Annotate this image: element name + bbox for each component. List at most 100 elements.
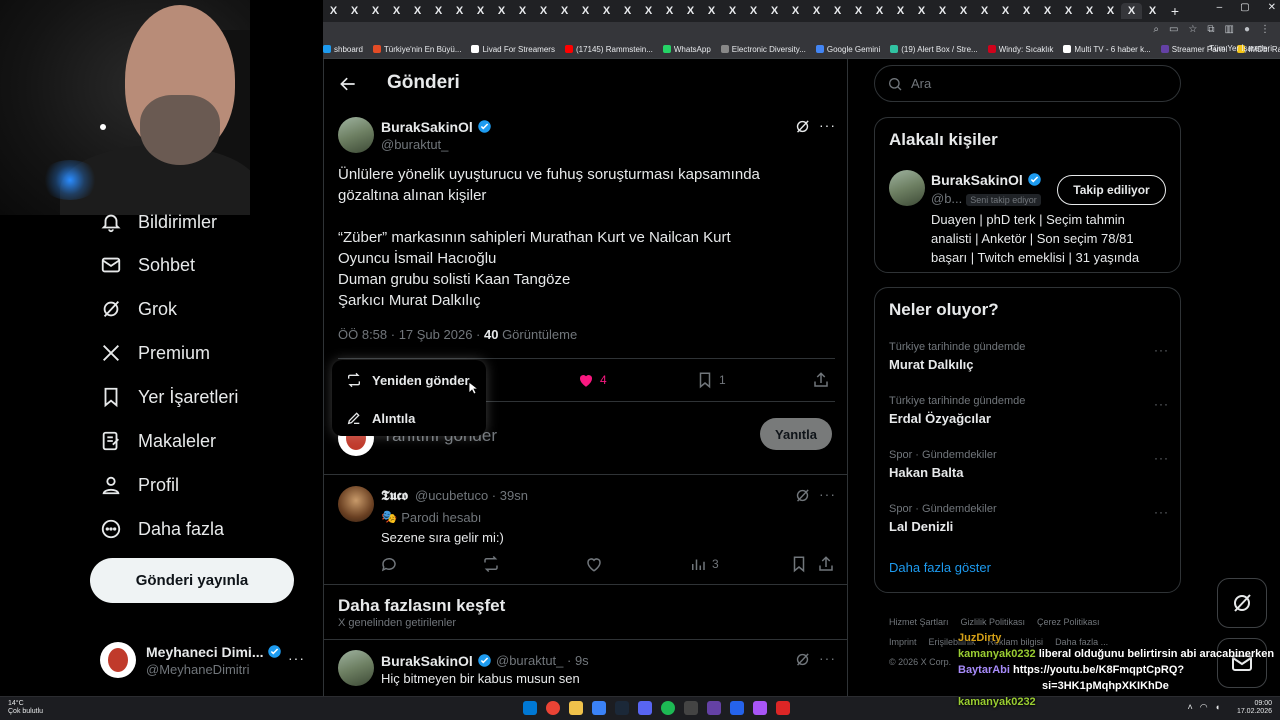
all-bookmarks-folder[interactable]: Tüm Yer İşaretleri <box>1209 44 1272 53</box>
app-icon[interactable] <box>753 701 767 715</box>
browser-tab-close[interactable]: X <box>1016 3 1037 19</box>
browser-tab-close[interactable]: X <box>512 3 533 19</box>
browser-tab-close[interactable]: X <box>869 3 890 19</box>
related-name[interactable]: BurakSakinOl <box>931 172 1042 188</box>
nav-item-articles[interactable]: Makaleler <box>100 421 216 461</box>
account-switcher[interactable]: Meyhaneci Dimi... @MeyhaneDimitri ··· <box>100 636 315 684</box>
trend-more-icon[interactable]: ··· <box>1154 343 1169 357</box>
recommended-more-icon[interactable]: ··· <box>819 650 836 666</box>
comment-repost-button[interactable] <box>482 555 500 573</box>
browser-tab-close[interactable]: X <box>680 3 701 19</box>
browser-tab-close[interactable]: X <box>365 3 386 19</box>
footer-link[interactable]: Gizlilik Politikası <box>961 617 1026 627</box>
browser-tab-close[interactable]: X <box>638 3 659 19</box>
bookmark-item[interactable]: (19) Alert Box / Stre... <box>890 45 978 54</box>
grok-icon[interactable] <box>794 487 811 504</box>
recommended-author-name[interactable]: BurakSakinOl <box>381 653 492 669</box>
post-button[interactable]: Gönderi yayınla <box>90 558 294 603</box>
sidebar-icon[interactable]: ▥ <box>1225 24 1234 35</box>
comment-more-icon[interactable]: ··· <box>819 486 836 502</box>
nav-item-chat[interactable]: Sohbet <box>100 245 195 285</box>
new-tab-button[interactable]: + <box>1163 3 1187 19</box>
bookmark-button[interactable]: 1 <box>696 371 726 389</box>
browser-tab-close[interactable]: X <box>890 3 911 19</box>
browser-tab-close[interactable]: X <box>995 3 1016 19</box>
browser-tab-close[interactable]: X <box>1058 3 1079 19</box>
app-icon[interactable] <box>776 701 790 715</box>
share-button[interactable] <box>812 371 830 389</box>
comment-views-button[interactable]: 3 <box>689 555 719 573</box>
browser-tab-close[interactable]: X <box>491 3 512 19</box>
browser-tab-close[interactable]: X <box>470 3 491 19</box>
author-handle[interactable]: @buraktut_ <box>381 137 448 152</box>
comment-author-handle[interactable]: @ucubetuco · 39sn <box>415 488 528 503</box>
close-window-button[interactable]: ✕ <box>1268 2 1276 13</box>
reply-button[interactable]: Yanıtla <box>760 418 832 450</box>
star-icon[interactable]: ☆ <box>1188 24 1197 35</box>
bookmark-item[interactable]: (17145) Rammstein... <box>564 45 653 54</box>
browser-tab-close[interactable]: X <box>1100 3 1121 19</box>
trend-more-icon[interactable]: ··· <box>1154 397 1169 411</box>
browser-tab-close[interactable]: X <box>344 3 365 19</box>
bookmark-item[interactable]: Windy: Sıcaklık <box>987 45 1053 54</box>
browser-tab-close[interactable]: X <box>533 3 554 19</box>
trend-more-icon[interactable]: ··· <box>1154 505 1169 519</box>
browser-tab-close[interactable]: X <box>323 3 344 19</box>
start-icon[interactable] <box>523 701 537 715</box>
comment-bookmark-button[interactable] <box>790 555 808 573</box>
browser-tab-close[interactable]: X <box>449 3 470 19</box>
footer-link[interactable]: Çerez Politikası <box>1037 617 1100 627</box>
grok-icon[interactable] <box>794 651 811 668</box>
browser-tab-close[interactable]: X <box>701 3 722 19</box>
footer-link[interactable]: Hizmet Şartları <box>889 617 949 627</box>
bookmark-item[interactable]: Livad For Streamers <box>471 45 555 54</box>
app-icon[interactable] <box>707 701 721 715</box>
trend-more-icon[interactable]: ··· <box>1154 451 1169 465</box>
browser-tab-close[interactable]: X <box>428 3 449 19</box>
search-input[interactable]: Ara <box>874 65 1181 102</box>
comment-share-button[interactable] <box>817 555 835 573</box>
tweet-more-icon[interactable]: ··· <box>819 117 836 133</box>
extensions-icon[interactable]: ⧉ <box>1207 24 1214 35</box>
browser-tab-close[interactable]: X <box>827 3 848 19</box>
minimize-button[interactable]: – <box>1217 2 1223 13</box>
zoom-icon[interactable]: ⌕ <box>1153 24 1159 35</box>
spotify-icon[interactable] <box>661 701 675 715</box>
like-button[interactable]: 4 <box>577 371 607 389</box>
bookmark-item[interactable]: Türkiye'nin En Büyü... <box>372 45 461 54</box>
maximize-button[interactable]: ▢ <box>1240 2 1249 13</box>
nav-item-profile[interactable]: Profil <box>100 465 179 505</box>
app-icon[interactable] <box>684 701 698 715</box>
account-more-icon[interactable]: ··· <box>288 650 305 666</box>
app-icon[interactable] <box>730 701 744 715</box>
menu-icon[interactable]: ⋮ <box>1260 24 1270 35</box>
recommended-handle[interactable]: @buraktut_ · 9s <box>496 653 589 668</box>
related-avatar[interactable] <box>889 170 925 206</box>
weather-widget[interactable]: 14°C Çok bulutlu <box>8 700 43 716</box>
browser-tab-close[interactable]: X <box>806 3 827 19</box>
trend-item[interactable]: Spor · Gündemdekiler Lal Denizli ··· <box>889 503 1169 534</box>
browser-tab-close[interactable]: X <box>1121 3 1142 19</box>
author-avatar[interactable] <box>338 117 374 153</box>
grok-fab[interactable] <box>1217 578 1267 628</box>
grok-icon[interactable] <box>794 118 811 135</box>
nav-item-premium[interactable]: Premium <box>100 333 210 373</box>
browser-tab-close[interactable]: X <box>974 3 995 19</box>
bookmark-item[interactable]: shboard <box>323 45 363 54</box>
repost-option[interactable]: Yeniden gönder <box>346 372 470 388</box>
browser-tab-close[interactable]: X <box>617 3 638 19</box>
nav-item-more[interactable]: Daha fazla <box>100 509 224 549</box>
folder-icon[interactable] <box>569 701 583 715</box>
cast-icon[interactable]: ▭ <box>1169 24 1178 35</box>
browser-tab-close[interactable]: X <box>722 3 743 19</box>
steam-icon[interactable] <box>615 701 629 715</box>
trend-item[interactable]: Spor · Gündemdekiler Hakan Balta ··· <box>889 449 1169 480</box>
browser-tab-close[interactable]: X <box>911 3 932 19</box>
browser-tab-close[interactable]: X <box>1142 3 1163 19</box>
browser-tab-close[interactable]: X <box>596 3 617 19</box>
footer-link[interactable]: Imprint <box>889 637 917 647</box>
nav-item-grok[interactable]: Grok <box>100 289 177 329</box>
back-arrow-icon[interactable] <box>338 74 358 94</box>
browser-tab-close[interactable]: X <box>659 3 680 19</box>
nav-item-bookmarks[interactable]: Yer İşaretleri <box>100 377 238 417</box>
